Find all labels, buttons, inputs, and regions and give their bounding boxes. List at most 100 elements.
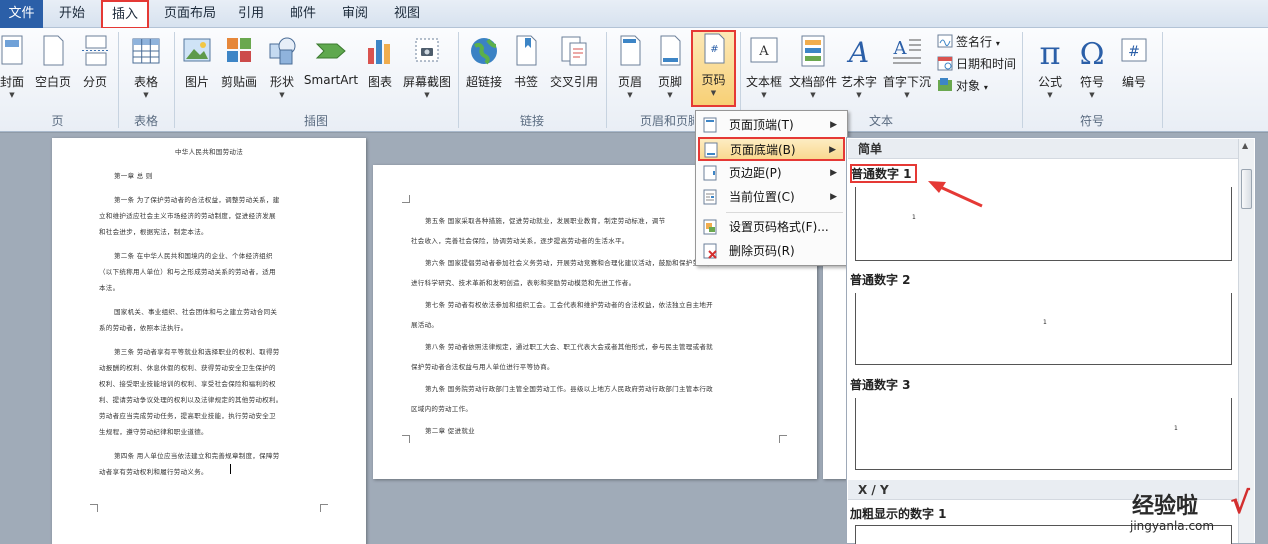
- menu-item-remove-page-numbers[interactable]: 删除页码(R): [698, 239, 845, 263]
- drop-cap-button[interactable]: A 首字下沉 ▼: [880, 32, 934, 110]
- header-button[interactable]: 页眉 ▼: [612, 32, 648, 110]
- smartart-label: SmartArt: [303, 73, 359, 87]
- menu-item-current-position[interactable]: 当前位置(C) ▶: [698, 185, 845, 209]
- chart-button[interactable]: 图表: [362, 32, 398, 110]
- menu-item-page-margins[interactable]: 页边距(P) ▶: [698, 161, 845, 185]
- object-button[interactable]: 对象 ▾: [937, 76, 988, 96]
- gallery-thumbnail-plain-number-2[interactable]: 1: [855, 293, 1232, 365]
- picture-icon: [183, 38, 211, 62]
- menu-item-format-page-numbers[interactable]: 设置页码格式(F)...: [698, 215, 845, 239]
- screenshot-button[interactable]: 屏幕截图 ▼: [400, 32, 454, 110]
- cross-reference-button[interactable]: 交叉引用: [546, 32, 602, 110]
- scroll-up-arrow-icon[interactable]: ▲: [1242, 141, 1248, 150]
- ribbon-tab-bar: 文件 开始 插入 页面布局 引用 邮件 审阅 视图: [0, 0, 1268, 29]
- crop-mark: [402, 195, 410, 203]
- group-separator: [458, 32, 459, 128]
- doc-line: 第五条 国家采取各种措施，促进劳动就业，发展职业教育，制定劳动标准，调节: [425, 217, 666, 225]
- tab-review[interactable]: 审阅: [332, 0, 378, 28]
- tab-references[interactable]: 引用: [228, 0, 274, 28]
- page-bottom-icon: [704, 142, 718, 158]
- picture-label: 图片: [184, 75, 209, 89]
- footer-icon: [660, 35, 681, 66]
- menu-item-label: 页面底端(B): [730, 143, 796, 157]
- quick-parts-label: 文档部件: [788, 75, 837, 89]
- doc-line: 第一章 总 则: [114, 172, 153, 180]
- shapes-button[interactable]: 形状 ▼: [264, 32, 300, 110]
- footer-button[interactable]: 页脚 ▼: [652, 32, 688, 110]
- group-separator: [174, 32, 175, 128]
- symbol-button[interactable]: Ω 符号 ▼: [1072, 32, 1112, 110]
- chevron-down-icon: ▼: [810, 91, 816, 99]
- svg-text:A: A: [758, 44, 769, 59]
- signature-line-button[interactable]: 签名行 ▾: [937, 32, 1000, 52]
- gallery-scrollbar[interactable]: ▲: [1238, 139, 1254, 543]
- date-time-label: 日期和时间: [956, 57, 1017, 71]
- gallery-item-title[interactable]: 普通数字 3: [850, 376, 911, 393]
- gallery-thumbnail-plain-number-1[interactable]: 1: [855, 187, 1232, 261]
- hyperlink-button[interactable]: 超链接: [462, 32, 506, 110]
- equation-button[interactable]: π 公式 ▼: [1030, 32, 1070, 110]
- bookmark-button[interactable]: 书签: [508, 32, 544, 110]
- hyperlink-label: 超链接: [465, 75, 502, 89]
- text-cursor: [230, 464, 231, 474]
- watermark-logo: 经验啦 √ jingyanla.com: [1122, 486, 1262, 542]
- cross-reference-icon: [561, 36, 587, 66]
- red-arrow-annotation: [928, 181, 983, 208]
- tab-mailings[interactable]: 邮件: [280, 0, 326, 28]
- menu-item-label: 页边距(P): [729, 166, 782, 180]
- doc-line: 第七条 劳动者有权依法参加和组织工会。工会代表和维护劳动者的合法权益，依法独立自…: [425, 301, 713, 309]
- cross-reference-label: 交叉引用: [549, 75, 598, 89]
- remove-page-number-icon: [703, 243, 717, 259]
- menu-item-top-of-page[interactable]: 页面顶端(T) ▶: [698, 113, 845, 137]
- number-label: 编号: [1121, 75, 1146, 89]
- table-button[interactable]: 表格 ▼: [124, 32, 168, 110]
- picture-button[interactable]: 图片: [179, 32, 215, 110]
- smartart-icon: [315, 43, 346, 59]
- crop-mark: [402, 435, 410, 443]
- doc-line: 展活动。: [411, 321, 439, 329]
- svg-text:Ω: Ω: [1080, 37, 1105, 68]
- header-icon: [620, 35, 641, 66]
- gallery-item-title[interactable]: 加粗显示的数字 1: [850, 505, 947, 522]
- shapes-icon: [269, 37, 296, 65]
- cover-page-button[interactable]: 封面 ▼: [0, 32, 30, 110]
- doc-line: 和社会进步，根据宪法，制定本法。: [99, 228, 208, 236]
- smartart-button[interactable]: SmartArt: [302, 32, 360, 110]
- page-number-button[interactable]: # 页码 ▼: [691, 30, 736, 107]
- text-box-label: 文本框: [745, 75, 782, 89]
- gallery-item-title[interactable]: 普通数字 2: [850, 271, 911, 288]
- number-button[interactable]: # 编号: [1114, 32, 1154, 110]
- tab-insert[interactable]: 插入: [101, 0, 149, 29]
- document-page[interactable]: 中华人民共和国劳动法 第一章 总 则 第一条 为了保护劳动者的合法权益，调整劳动…: [52, 138, 366, 544]
- tab-page-layout[interactable]: 页面布局: [155, 0, 225, 28]
- text-box-button[interactable]: A 文本框 ▼: [743, 32, 785, 110]
- tab-view[interactable]: 视图: [384, 0, 430, 28]
- group-label-table: 表格: [133, 114, 158, 128]
- clipart-button[interactable]: 剪贴画: [217, 32, 261, 110]
- tab-home[interactable]: 开始: [47, 0, 97, 28]
- tab-file[interactable]: 文件: [0, 0, 43, 28]
- chevron-down-icon: ▼: [1089, 91, 1095, 99]
- chevron-down-icon: ▾: [983, 83, 988, 92]
- page-number-gallery: 简单 普通数字 1 1 普通数字 2 1 普通数字 3 1 X / Y 加粗显示…: [846, 137, 1256, 544]
- chevron-down-icon: ▼: [761, 91, 767, 99]
- wordart-button[interactable]: A 艺术字 ▼: [838, 32, 880, 110]
- doc-line: 劳动者应当完成劳动任务，提高职业技能，执行劳动安全卫: [99, 412, 276, 420]
- page-top-icon: [703, 117, 717, 133]
- object-label: 对象: [956, 79, 981, 93]
- date-time-button[interactable]: 日期和时间: [937, 54, 1016, 74]
- quick-parts-button[interactable]: 文档部件 ▼: [788, 32, 838, 110]
- signature-icon: [937, 34, 953, 48]
- blank-page-button[interactable]: 空白页: [32, 32, 74, 110]
- menu-item-label: 删除页码(R): [729, 244, 795, 258]
- page-break-button[interactable]: 分页: [77, 32, 113, 110]
- menu-item-bottom-of-page[interactable]: 页面底端(B) ▶: [698, 137, 845, 161]
- gallery-item-title[interactable]: 普通数字 1: [850, 164, 917, 183]
- gallery-thumbnail-plain-number-3[interactable]: 1: [855, 398, 1232, 470]
- wordart-icon: A: [846, 36, 869, 68]
- doc-line: 社会收入，完善社会保险，协调劳动关系，逐步提高劳动者的生活水平。: [411, 237, 629, 245]
- svg-text:π: π: [1039, 34, 1060, 68]
- doc-line: 立和维护适应社会主义市场经济的劳动制度，促进经济发展: [99, 212, 276, 220]
- scrollbar-thumb[interactable]: [1241, 169, 1252, 209]
- object-icon: [938, 78, 952, 91]
